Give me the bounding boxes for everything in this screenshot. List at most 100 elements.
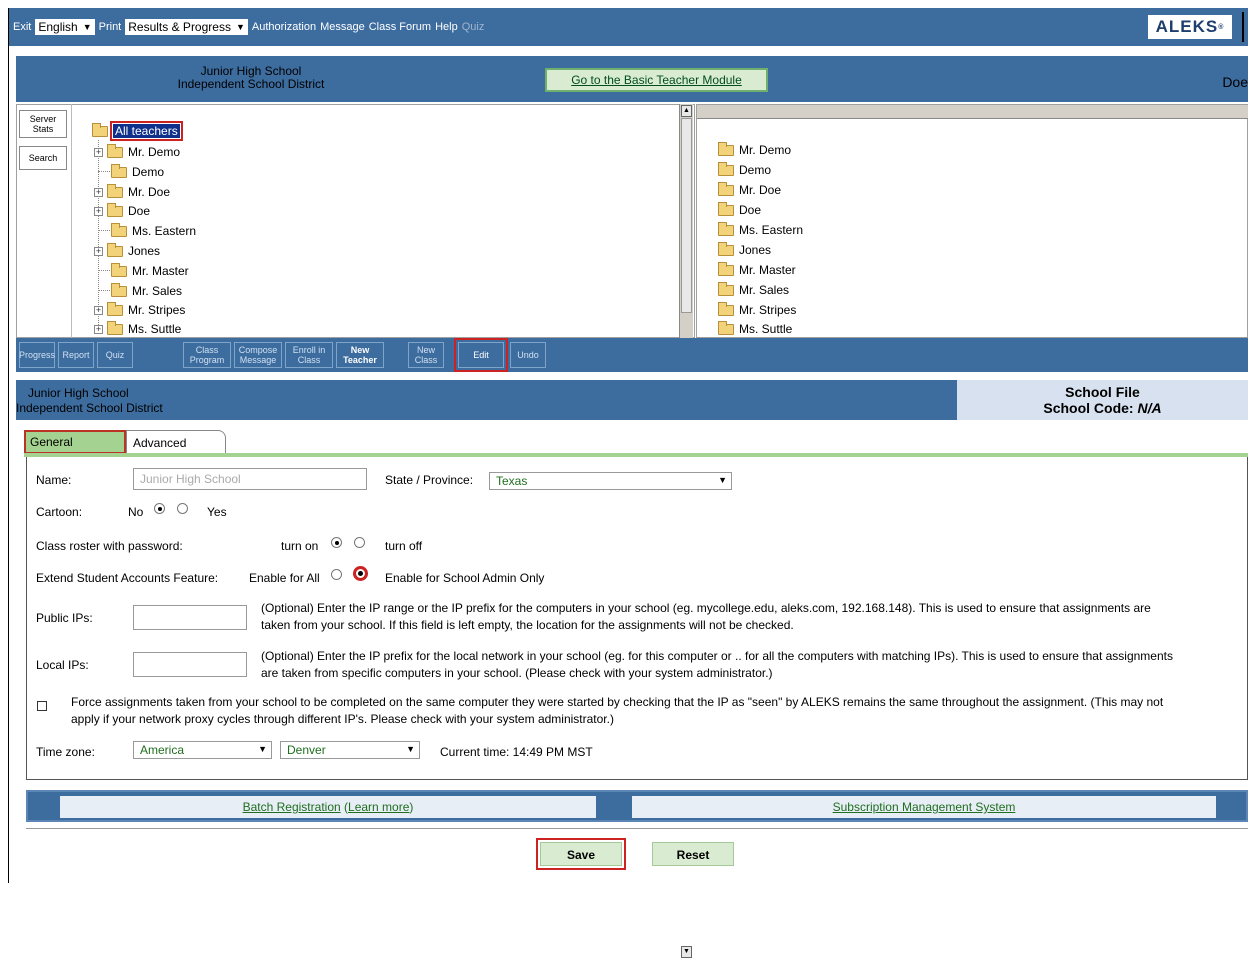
roster-off-radio[interactable] <box>354 537 365 548</box>
compose-message-button[interactable]: Compose Message <box>234 342 282 368</box>
tree-item[interactable]: Ms. Eastern <box>111 222 196 238</box>
list-item[interactable]: Mr. Stripes <box>718 301 796 317</box>
tree-item[interactable]: Mr. Sales <box>111 282 183 298</box>
expand-icon[interactable]: + <box>94 206 103 216</box>
list-item[interactable]: Doe <box>718 201 762 217</box>
list-item[interactable]: Ms. Eastern <box>718 221 803 237</box>
report-button[interactable]: Report <box>58 342 94 368</box>
tree-item[interactable]: + Jones <box>94 242 160 258</box>
time-zone-region-select[interactable]: America ▼ <box>133 741 272 759</box>
undo-button[interactable]: Undo <box>510 342 546 368</box>
cartoon-no-radio[interactable] <box>154 503 165 514</box>
list-item-label: Doe <box>739 203 762 217</box>
public-ips-input[interactable] <box>133 605 247 630</box>
results-select[interactable]: Results & Progress ▼ <box>125 19 248 35</box>
expand-icon[interactable]: + <box>94 324 103 334</box>
state-select[interactable]: Texas ▼ <box>489 472 732 490</box>
subscription-cell: Subscription Management System <box>632 796 1216 818</box>
force-same-computer-checkbox[interactable] <box>37 701 47 711</box>
tree-item[interactable]: + Mr. Stripes <box>94 301 185 317</box>
school-info-bar: Junior High School Independent School Di… <box>16 380 1248 420</box>
public-ips-help-line2: taken from your school. If this field is… <box>261 618 794 632</box>
search-button[interactable]: Search <box>19 146 67 170</box>
logo-text: ALEKS <box>1155 17 1219 36</box>
tree-item[interactable]: + Mr. Doe <box>94 183 170 199</box>
authorization-link[interactable]: Authorization <box>252 21 316 33</box>
list-item[interactable]: Jones <box>718 241 772 257</box>
tree-line <box>98 230 110 231</box>
enroll-in-class-button[interactable]: Enroll in Class <box>285 342 333 368</box>
tab-advanced[interactable]: Advanced <box>126 430 226 454</box>
list-item[interactable]: Mr. Master <box>718 261 796 277</box>
local-ips-input[interactable] <box>133 652 247 677</box>
folder-icon <box>111 222 127 237</box>
expand-icon[interactable]: + <box>94 246 103 256</box>
language-value: English <box>38 20 78 34</box>
basic-teacher-module-button[interactable]: Go to the Basic Teacher Module <box>545 68 768 92</box>
learn-more-link[interactable]: Learn more <box>348 800 409 814</box>
folder-icon <box>718 301 734 316</box>
expand-icon[interactable]: + <box>94 147 103 157</box>
roster-on-radio[interactable] <box>331 537 342 548</box>
tree-item[interactable]: + Doe <box>94 202 150 218</box>
new-class-button[interactable]: New Class <box>408 342 444 368</box>
chevron-down-icon: ▼ <box>82 22 92 32</box>
folder-icon <box>107 320 123 335</box>
roster-off-label: turn off <box>385 539 423 553</box>
public-ips-help-line1: (Optional) Enter the IP range or the IP … <box>261 601 1151 615</box>
list-item[interactable]: Demo <box>718 161 771 177</box>
class-program-button[interactable]: Class Program <box>183 342 231 368</box>
save-button[interactable]: Save <box>536 838 626 870</box>
extend-label: Extend Student Accounts Feature: <box>36 571 219 585</box>
time-zone-region-value: America <box>140 743 185 757</box>
tree-item[interactable]: + Mr. Demo <box>94 143 180 159</box>
tree-item[interactable]: Demo <box>111 163 164 179</box>
new-teacher-button[interactable]: New Teacher <box>336 342 384 368</box>
extend-all-radio[interactable] <box>331 569 342 580</box>
scroll-down-icon[interactable]: ▼ <box>681 946 692 958</box>
quiz-button[interactable]: Quiz <box>97 342 133 368</box>
scroll-thumb[interactable] <box>681 118 692 313</box>
extend-all-label: Enable for All <box>249 571 320 585</box>
tab-general[interactable]: General <box>24 430 126 454</box>
help-link[interactable]: Help <box>435 21 458 33</box>
expand-icon[interactable]: + <box>94 187 103 197</box>
exit-link[interactable]: Exit <box>13 21 31 33</box>
cartoon-label: Cartoon: <box>36 505 83 519</box>
tree-line <box>98 290 110 291</box>
list-scrollbar[interactable] <box>697 105 1248 119</box>
school-info-name: Junior High School Independent School Di… <box>16 386 163 416</box>
roster-on-label: turn on <box>281 539 319 553</box>
message-link[interactable]: Message <box>320 21 365 33</box>
name-input[interactable]: Junior High School <box>133 468 367 490</box>
extend-admin-radio[interactable] <box>353 566 368 581</box>
list-item[interactable]: Mr. Doe <box>718 181 781 197</box>
edit-button[interactable]: Edit <box>454 338 508 372</box>
scroll-up-icon[interactable]: ▲ <box>681 105 692 117</box>
local-ips-help-line1: (Optional) Enter the IP prefix for the l… <box>261 649 1173 663</box>
cartoon-yes-radio[interactable] <box>177 503 188 514</box>
school-header: Junior High School Independent School Di… <box>16 56 1248 102</box>
tree-scrollbar[interactable]: ▲ ▼ <box>679 104 693 958</box>
folder-icon <box>111 163 127 178</box>
list-item-label: Jones <box>739 243 772 257</box>
print-link[interactable]: Print <box>99 21 122 33</box>
class-forum-link[interactable]: Class Forum <box>369 21 431 33</box>
tree-item-label: Mr. Sales <box>132 284 183 298</box>
list-item[interactable]: Ms. Suttle <box>718 320 792 336</box>
tree-item[interactable]: Mr. Master <box>111 262 189 278</box>
batch-registration-link[interactable]: Batch Registration <box>243 800 341 814</box>
list-item[interactable]: Mr. Demo <box>718 141 791 157</box>
tree-root[interactable]: All teachers <box>92 121 183 141</box>
tree-item[interactable]: + Ms. Suttle <box>94 320 181 336</box>
language-select[interactable]: English ▼ <box>35 19 95 35</box>
server-stats-button[interactable]: Server Stats <box>19 110 67 138</box>
reset-button[interactable]: Reset <box>652 842 734 866</box>
folder-icon <box>718 141 734 156</box>
subscription-management-link[interactable]: Subscription Management System <box>833 800 1016 814</box>
progress-button[interactable]: Progress <box>19 342 55 368</box>
time-zone-city-value: Denver <box>287 743 326 757</box>
time-zone-city-select[interactable]: Denver ▼ <box>280 741 420 759</box>
list-item[interactable]: Mr. Sales <box>718 281 789 297</box>
expand-icon[interactable]: + <box>94 305 103 315</box>
